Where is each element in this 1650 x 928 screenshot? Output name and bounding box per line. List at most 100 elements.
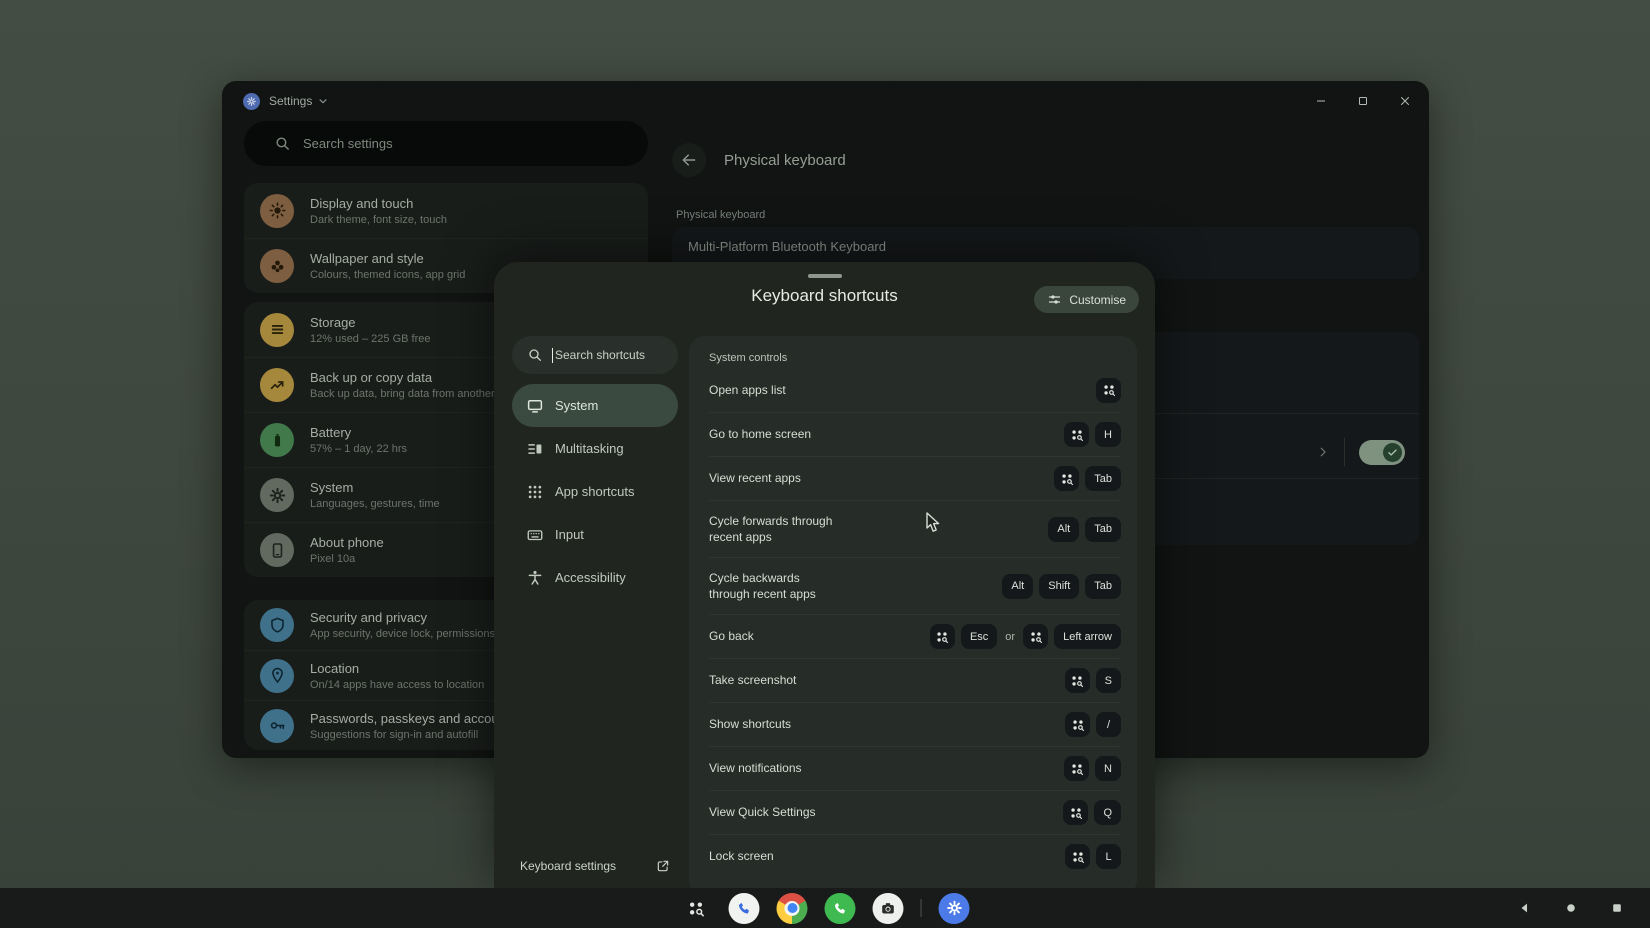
sidebar-item[interactable]: Display and touchDark theme, font size, … (244, 183, 648, 238)
key-icon (260, 709, 294, 743)
tune-icon (1047, 292, 1062, 307)
shortcut-row: View notificationsN (709, 746, 1121, 790)
key-badge: Alt (1002, 574, 1033, 599)
shortcut-keys: H (1064, 422, 1121, 447)
key-badge: Alt (1048, 517, 1079, 542)
key-badge: Tab (1085, 574, 1121, 599)
monitor-icon (526, 397, 544, 415)
taskbar-divider (921, 899, 922, 917)
window-app-name: Settings (269, 94, 312, 108)
toggle-switch-on[interactable] (1359, 440, 1405, 465)
dialog-nav-item-multitasking[interactable]: Multitasking (512, 427, 678, 470)
dialog-nav-item-input[interactable]: Input (512, 513, 678, 556)
taskbar-nav (1518, 901, 1624, 915)
shortcut-keys: AltTab (1048, 517, 1121, 542)
battery-icon (260, 423, 294, 457)
home-nav-button[interactable] (1564, 901, 1578, 915)
dialog-nav-column: Search shortcuts SystemMultitaskingApp s… (512, 336, 678, 888)
keyboard-icon (526, 526, 544, 544)
shortcut-search-input[interactable]: Search shortcuts (512, 336, 678, 374)
sun-icon (260, 194, 294, 228)
petals-icon (260, 249, 294, 283)
dialog-nav-item-system[interactable]: System (512, 384, 678, 427)
key-badge: H (1095, 422, 1121, 447)
shortcut-row: View Quick Settings Q (709, 790, 1121, 834)
key-badge: S (1096, 668, 1121, 693)
shortcut-label: View Quick Settings (709, 804, 816, 820)
settings-search-placeholder: Search settings (303, 136, 393, 151)
shortcut-list-card: System controls Open apps listGo to home… (689, 336, 1137, 896)
phone-app-icon[interactable] (729, 893, 760, 924)
settings-search-input[interactable]: Search settings (244, 121, 648, 166)
sidebar-item-subtitle: Languages, gestures, time (310, 498, 440, 510)
shortcut-label: Lock screen (709, 848, 774, 864)
key-badge: Q (1094, 800, 1121, 825)
shortcut-row: View recent appsTab (709, 456, 1121, 500)
sidebar-item-title: Wallpaper and style (310, 251, 465, 266)
shortcut-keys: N (1064, 756, 1121, 781)
chrome-app-icon[interactable] (777, 893, 808, 924)
section-label: Physical keyboard (676, 209, 765, 221)
sidebar-item-subtitle: Suggestions for sign-in and autofill (310, 729, 516, 741)
whatsapp-app-icon[interactable] (825, 893, 856, 924)
sidebar-item-title: Security and privacy (310, 610, 495, 625)
shortcut-row: Cycle backwards through recent apps AltSh… (709, 557, 1121, 614)
meta-key-icon (1063, 800, 1088, 825)
close-button[interactable] (1399, 95, 1411, 107)
meta-key-icon (1065, 668, 1090, 693)
shortcut-label: Cycle backwards through recent apps (709, 570, 834, 602)
key-badge: Shift (1039, 574, 1079, 599)
bars-icon (260, 313, 294, 347)
shortcut-label: Take screenshot (709, 672, 796, 688)
key-badge: Esc (961, 624, 997, 649)
maximize-button[interactable] (1357, 95, 1369, 107)
settings-app-icon (243, 93, 260, 110)
shortcut-keys: Q (1063, 800, 1121, 825)
shortcut-keys: S (1065, 668, 1121, 693)
search-icon (527, 347, 543, 363)
recents-nav-button[interactable] (1610, 901, 1624, 915)
divider (1344, 438, 1345, 466)
drag-handle[interactable] (808, 274, 842, 278)
sidebar-item-subtitle: Dark theme, font size, touch (310, 214, 447, 226)
shortcut-label: Open apps list (709, 382, 786, 398)
search-icon (274, 135, 291, 152)
toggle-row (1316, 432, 1405, 472)
sidebar-item-subtitle: Colours, themed icons, app grid (310, 269, 465, 281)
shortcut-keys: / (1065, 712, 1121, 737)
launcher-app-icon[interactable] (681, 893, 712, 924)
shortcut-keys: Tab (1054, 466, 1121, 491)
minimize-button[interactable] (1315, 95, 1327, 107)
shortcut-keys: AltShiftTab (1002, 574, 1121, 599)
shortcut-row: Show shortcuts/ (709, 702, 1121, 746)
trend-icon (260, 368, 294, 402)
shortcut-label: Cycle forwards through recent apps (709, 513, 834, 545)
section-header: System controls (709, 336, 1121, 368)
shortcut-row: Take screenshot S (709, 658, 1121, 702)
grid-icon (526, 483, 544, 501)
customise-button[interactable]: Customise (1034, 286, 1139, 313)
meta-key-icon (1064, 756, 1089, 781)
back-arrow-button[interactable] (672, 143, 706, 177)
pin-icon (260, 659, 294, 693)
shortcut-keys (1096, 378, 1121, 403)
sidebar-item-subtitle: App security, device lock, permissions (310, 628, 495, 640)
sidebar-item-title: About phone (310, 535, 384, 550)
back-nav-button[interactable] (1518, 901, 1532, 915)
key-badge: / (1096, 712, 1121, 737)
key-badge: Tab (1085, 466, 1121, 491)
meta-key-icon (1064, 422, 1089, 447)
sidebar-item-title: Passwords, passkeys and accounts (310, 711, 516, 726)
dialog-nav-item-app-shortcuts[interactable]: App shortcuts (512, 470, 678, 513)
page-header: Physical keyboard (672, 143, 846, 177)
dialog-nav-item-accessibility[interactable]: Accessibility (512, 556, 678, 599)
camera-app-icon[interactable] (873, 893, 904, 924)
keyboard-shortcuts-dialog: Keyboard shortcuts Customise Search shor… (494, 262, 1155, 888)
keyboard-settings-link[interactable]: Keyboard settings (520, 859, 670, 873)
settings-app-icon[interactable] (939, 893, 970, 924)
or-label: or (1005, 631, 1015, 643)
external-link-icon (656, 859, 670, 873)
chevron-down-icon[interactable] (316, 94, 330, 108)
chevron-right-icon[interactable] (1316, 445, 1330, 459)
mouse-cursor (926, 512, 941, 533)
